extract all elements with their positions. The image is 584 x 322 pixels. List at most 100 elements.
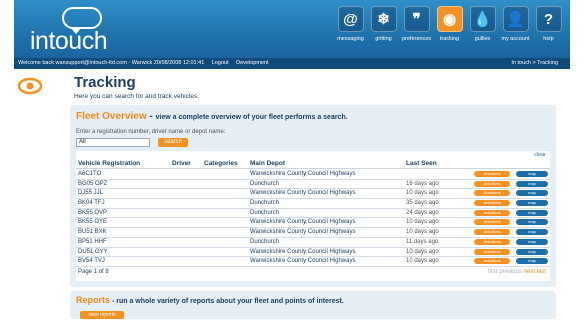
nav-item-gullies[interactable]: 💧 gullies [467, 6, 498, 52]
last-seen: 10 days ago [406, 229, 439, 236]
main-depot: Dunchurch [250, 209, 280, 216]
directions-button[interactable]: directions [474, 219, 510, 226]
reports-heading: Reports - run a whole variety of reports… [76, 295, 344, 305]
table-row[interactable]: BU51 BXK Warwickshire County Council High… [76, 228, 550, 238]
development-link[interactable]: Development [236, 60, 268, 66]
directions-button[interactable]: directions [474, 238, 510, 245]
table-row[interactable]: BG05 OPZ Dunchurch 16 days ago directions ma… [76, 180, 550, 190]
directions-button[interactable]: directions [474, 200, 510, 207]
directions-button[interactable]: directions [474, 258, 510, 265]
vehicle-registration[interactable]: BK55 OYE [78, 218, 107, 227]
last-seen: 35 days ago [406, 200, 439, 207]
main-depot: Warwickshire County Council Highways [250, 258, 356, 265]
pager-last[interactable]: last [537, 269, 546, 275]
table-row[interactable]: BK55 OYE Warwickshire County Council High… [76, 218, 550, 229]
fleet-overview-panel: Fleet Overview - view a complete overvie… [70, 105, 556, 287]
reports-subheading: run a whole variety of reports about you… [116, 298, 344, 305]
nav-item-messaging[interactable]: @ messaging [335, 6, 366, 52]
last-seen: 16 days ago [406, 180, 439, 187]
directions-button[interactable]: directions [474, 229, 510, 236]
main-depot: Warwickshire County Council Highways [250, 229, 356, 236]
vehicle-registration[interactable]: A6C1TO [78, 170, 101, 179]
col-driver[interactable]: Driver [172, 160, 191, 167]
eye-icon [18, 77, 42, 95]
table-row[interactable]: BV54 TVJ Warwickshire County Council High… [76, 257, 550, 267]
main-nav: @ messaging ❄ gritting ❞ preferences ◉ tracking… [335, 6, 564, 52]
eye-icon: ◉ [436, 6, 463, 32]
fleet-title: Fleet Overview [76, 111, 147, 122]
pager-previous[interactable]: previous [499, 269, 522, 275]
col-main-depot[interactable]: Main Depot [250, 160, 285, 167]
logo[interactable]: intouch [26, 7, 108, 55]
vehicle-table: clear Vehicle Registration Driver Catego… [76, 151, 550, 281]
last-seen: 10 days ago [406, 190, 439, 197]
directions-button[interactable]: directions [474, 180, 510, 187]
main-depot: Warwickshire County Council Highways [250, 190, 356, 197]
fleet-subheading: view a complete overview of your fleet p… [155, 114, 348, 121]
vehicle-registration[interactable]: BG05 OPZ [78, 180, 107, 189]
drop-icon: 💧 [469, 6, 496, 32]
table-row[interactable]: A6C1TO Warwickshire County Council Highwa… [76, 170, 550, 180]
map-button[interactable]: map [516, 171, 548, 177]
col-categories[interactable]: Categories [204, 160, 238, 167]
map-button[interactable]: map [516, 219, 548, 226]
vehicle-registration[interactable]: DU51 GYY [78, 248, 108, 257]
last-seen: 11 days ago [406, 238, 439, 245]
search-button[interactable]: search [158, 138, 188, 147]
map-button[interactable]: map [516, 248, 548, 255]
nav-label: preferences [401, 36, 432, 42]
col-last-seen[interactable]: Last Seen [406, 160, 437, 167]
view-reports-button[interactable]: view reports [80, 311, 124, 319]
nav-label: gullies [474, 36, 491, 42]
search-hint: Enter a registration number, driver name… [76, 129, 226, 135]
map-button[interactable]: map [516, 180, 548, 187]
map-button[interactable]: map [516, 258, 548, 265]
table-row[interactable]: DU51 GYY Warwickshire County Council High… [76, 248, 550, 258]
nav-label: messaging [337, 36, 364, 42]
clear-link[interactable]: clear [534, 152, 546, 158]
page-subtitle: Here you can search for and track vehicl… [74, 93, 200, 100]
nav-item-tracking[interactable]: ◉ tracking [434, 6, 465, 52]
vehicle-registration[interactable]: BU51 BXK [78, 228, 107, 237]
pager: first previous next last [488, 267, 546, 277]
page-title: Tracking [74, 74, 136, 91]
vehicle-registration[interactable]: BP51 HHF [78, 238, 107, 247]
main-depot: Warwickshire County Council Highways [250, 219, 356, 226]
status-bar: Welcome back wansupport@intouch-ltd.com … [14, 58, 570, 69]
table-row[interactable]: BK55 OVP Dunchurch 24 days ago directions ma… [76, 209, 550, 219]
main-depot: Warwickshire County Council Highways [250, 171, 356, 177]
vehicle-registration[interactable]: DJ55 JJL [78, 189, 103, 198]
nav-item-my-account[interactable]: 👤 my account [500, 6, 531, 52]
col-vehicle-registration[interactable]: Vehicle Registration [78, 160, 140, 167]
directions-button[interactable]: directions [474, 248, 510, 255]
main-depot: Dunchurch [250, 238, 280, 245]
pager-first[interactable]: first [488, 269, 498, 275]
directions-button[interactable]: directions [474, 190, 510, 197]
vehicle-registration[interactable]: BV54 TVJ [78, 257, 105, 266]
table-row[interactable]: DJ55 JJL Warwickshire County Council High… [76, 189, 550, 200]
map-button[interactable]: map [516, 209, 548, 216]
vehicle-registration[interactable]: BK04 TFJ [78, 199, 105, 208]
directions-button[interactable]: directions [474, 209, 510, 216]
reports-title: Reports [76, 295, 111, 305]
directions-button[interactable]: directions [474, 171, 510, 177]
nav-label: my account [501, 36, 530, 42]
nav-label: tracking [439, 36, 460, 42]
vehicle-registration[interactable]: BK55 OVP [78, 209, 107, 218]
table-row[interactable]: BK04 TFJ Dunchurch 35 days ago directions ma… [76, 199, 550, 209]
map-button[interactable]: map [516, 229, 548, 236]
nav-item-gritting[interactable]: ❄ gritting [368, 6, 399, 52]
map-button[interactable]: map [516, 190, 548, 197]
logout-link[interactable]: Logout [212, 60, 229, 66]
nav-label: help [543, 36, 554, 42]
map-button[interactable]: map [516, 200, 548, 207]
nav-item-help[interactable]: ? help [533, 6, 564, 52]
table-body: A6C1TO Warwickshire County Council Highwa… [76, 170, 550, 277]
page-info: Page 1 of 8 [78, 268, 109, 275]
fleet-heading: Fleet Overview - view a complete overvie… [76, 111, 348, 122]
map-button[interactable]: map [516, 238, 548, 245]
nav-item-preferences[interactable]: ❞ preferences [401, 6, 432, 52]
search-input[interactable]: All [76, 138, 150, 147]
table-row[interactable]: BP51 HHF Dunchurch 11 days ago directions ma… [76, 238, 550, 248]
pager-next[interactable]: next [524, 269, 535, 275]
